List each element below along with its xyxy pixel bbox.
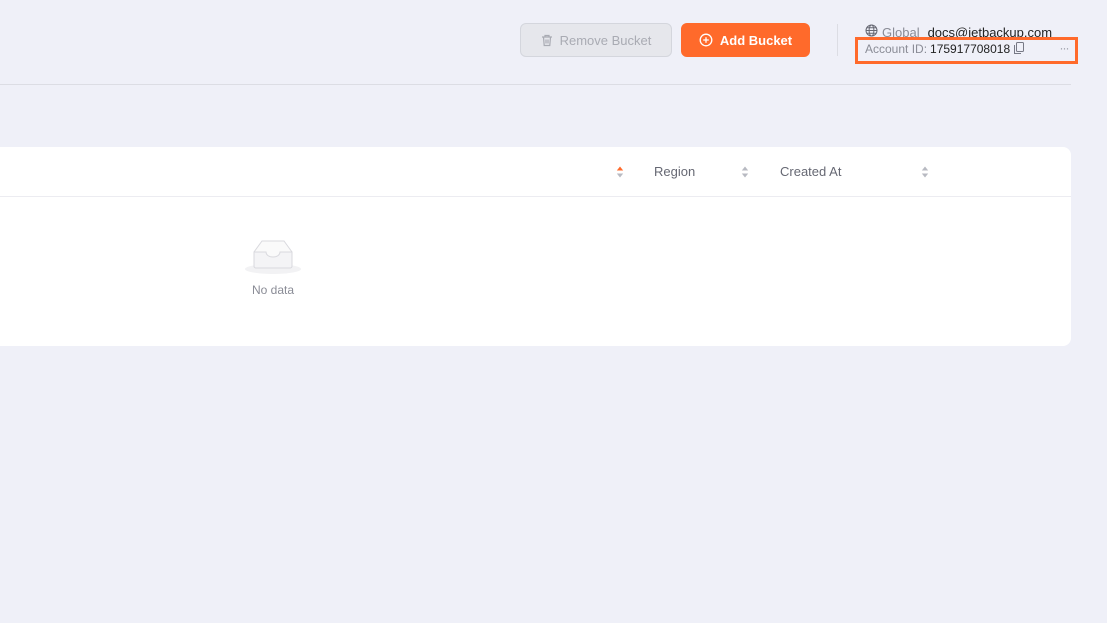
header-divider [0, 84, 1071, 85]
buckets-table: Region Created At No data [0, 147, 1071, 346]
column-header-region[interactable]: Region [654, 164, 695, 179]
empty-text: No data [251, 283, 295, 297]
add-bucket-label: Add Bucket [719, 32, 793, 48]
remove-bucket-button[interactable]: Remove Bucket [520, 23, 672, 57]
column-header-created-at[interactable]: Created At [780, 164, 841, 179]
more-icon[interactable]: ··· [1057, 41, 1071, 57]
empty-state: No data [233, 237, 313, 297]
empty-inbox-icon [244, 237, 302, 275]
table-header: Region Created At [0, 147, 1071, 197]
account-id-label: Account ID: [865, 42, 928, 56]
sort-icon[interactable] [740, 164, 750, 180]
add-bucket-button[interactable]: Add Bucket [681, 23, 810, 57]
account-id-value: 175917708018 [930, 42, 1011, 56]
plus-circle-icon [699, 33, 713, 47]
remove-bucket-label: Remove Bucket [559, 32, 652, 48]
sort-icon[interactable] [615, 164, 625, 180]
bucket-page: Remove Bucket Add Bucket Global docs@jet… [0, 0, 1107, 623]
account-id-line: Account ID: 175917708018 [865, 41, 1025, 57]
trash-icon [541, 34, 553, 47]
toolbar-divider [837, 24, 838, 56]
sort-icon[interactable] [920, 164, 930, 180]
copy-icon[interactable] [1014, 41, 1025, 57]
